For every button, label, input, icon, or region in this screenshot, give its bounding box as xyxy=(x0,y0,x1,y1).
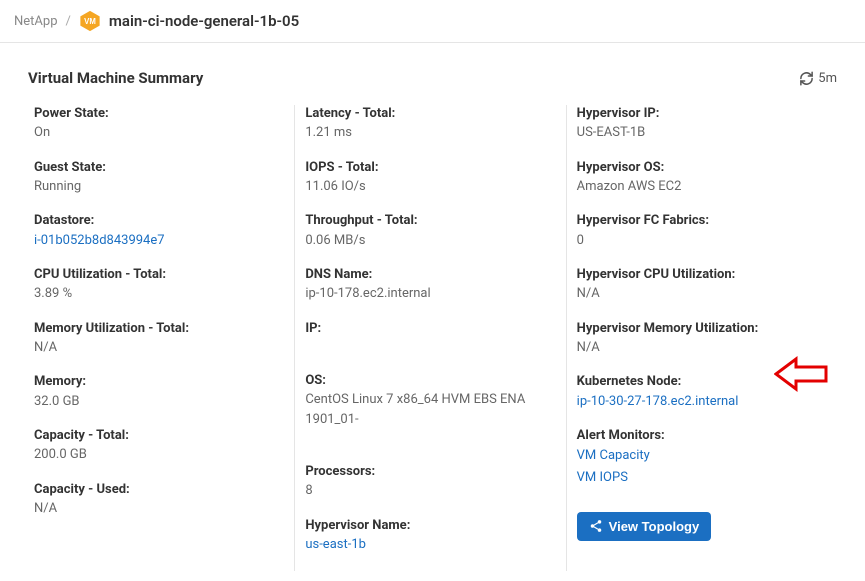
datastore-link[interactable]: i-01b052b8d843994e7 xyxy=(34,231,276,251)
breadcrumb-separator: / xyxy=(66,14,71,29)
breadcrumb: NetApp / VM main-ci-node-general-1b-05 xyxy=(0,0,865,43)
page-title: main-ci-node-general-1b-05 xyxy=(109,12,299,30)
field-os: OS: CentOS Linux 7 x86_64 HVM EBS ENA 19… xyxy=(305,372,547,429)
field-power-state: Power State: On xyxy=(34,105,276,143)
alert-monitor-link[interactable]: VM IOPS xyxy=(577,467,819,489)
field-throughput: Throughput - Total: 0.06 MB/s xyxy=(305,212,547,250)
field-hypervisor-ip: Hypervisor IP: US-EAST-1B xyxy=(577,105,819,143)
refresh-button[interactable]: 5m xyxy=(799,71,837,86)
refresh-interval: 5m xyxy=(818,71,837,86)
vm-icon: VM xyxy=(79,10,101,32)
field-ip: IP: xyxy=(305,320,547,338)
field-hypervisor-name: Hypervisor Name: us-east-1b xyxy=(305,517,547,555)
field-mem-util: Memory Utilization - Total: N/A xyxy=(34,320,276,358)
k8s-node-link[interactable]: ip-10-30-27-178.ec2.internal xyxy=(577,392,819,412)
field-hypervisor-mem: Hypervisor Memory Utilization: N/A xyxy=(577,320,819,358)
field-cpu-util: CPU Utilization - Total: 3.89 % xyxy=(34,266,276,304)
summary-col-2: Latency - Total: 1.21 ms IOPS - Total: 1… xyxy=(294,105,565,571)
summary-col-3: Hypervisor IP: US-EAST-1B Hypervisor OS:… xyxy=(566,105,837,571)
summary-col-1: Power State: On Guest State: Running Dat… xyxy=(28,105,294,571)
field-memory: Memory: 32.0 GB xyxy=(34,373,276,411)
field-hypervisor-fc: Hypervisor FC Fabrics: 0 xyxy=(577,212,819,250)
breadcrumb-org[interactable]: NetApp xyxy=(14,14,58,29)
field-k8s-node: Kubernetes Node: ip-10-30-27-178.ec2.int… xyxy=(577,373,819,411)
view-topology-button[interactable]: View Topology xyxy=(577,512,712,541)
hypervisor-name-link[interactable]: us-east-1b xyxy=(305,535,547,555)
field-alert-monitors: Alert Monitors: VM Capacity VM IOPS xyxy=(577,427,819,489)
field-capacity-total: Capacity - Total: 200.0 GB xyxy=(34,427,276,465)
field-dns-name: DNS Name: ip-10-178.ec2.internal xyxy=(305,266,547,304)
field-hypervisor-cpu: Hypervisor CPU Utilization: N/A xyxy=(577,266,819,304)
field-guest-state: Guest State: Running xyxy=(34,159,276,197)
field-hypervisor-os: Hypervisor OS: Amazon AWS EC2 xyxy=(577,159,819,197)
refresh-icon xyxy=(799,71,814,86)
panel-title: Virtual Machine Summary xyxy=(28,69,203,87)
alert-monitor-link[interactable]: VM Capacity xyxy=(577,445,819,467)
svg-text:VM: VM xyxy=(84,17,96,26)
field-processors: Processors: 8 xyxy=(305,463,547,501)
field-datastore: Datastore: i-01b052b8d843994e7 xyxy=(34,212,276,250)
field-iops: IOPS - Total: 11.06 IO/s xyxy=(305,159,547,197)
share-icon xyxy=(589,519,603,533)
field-capacity-used: Capacity - Used: N/A xyxy=(34,481,276,519)
field-latency: Latency - Total: 1.21 ms xyxy=(305,105,547,143)
